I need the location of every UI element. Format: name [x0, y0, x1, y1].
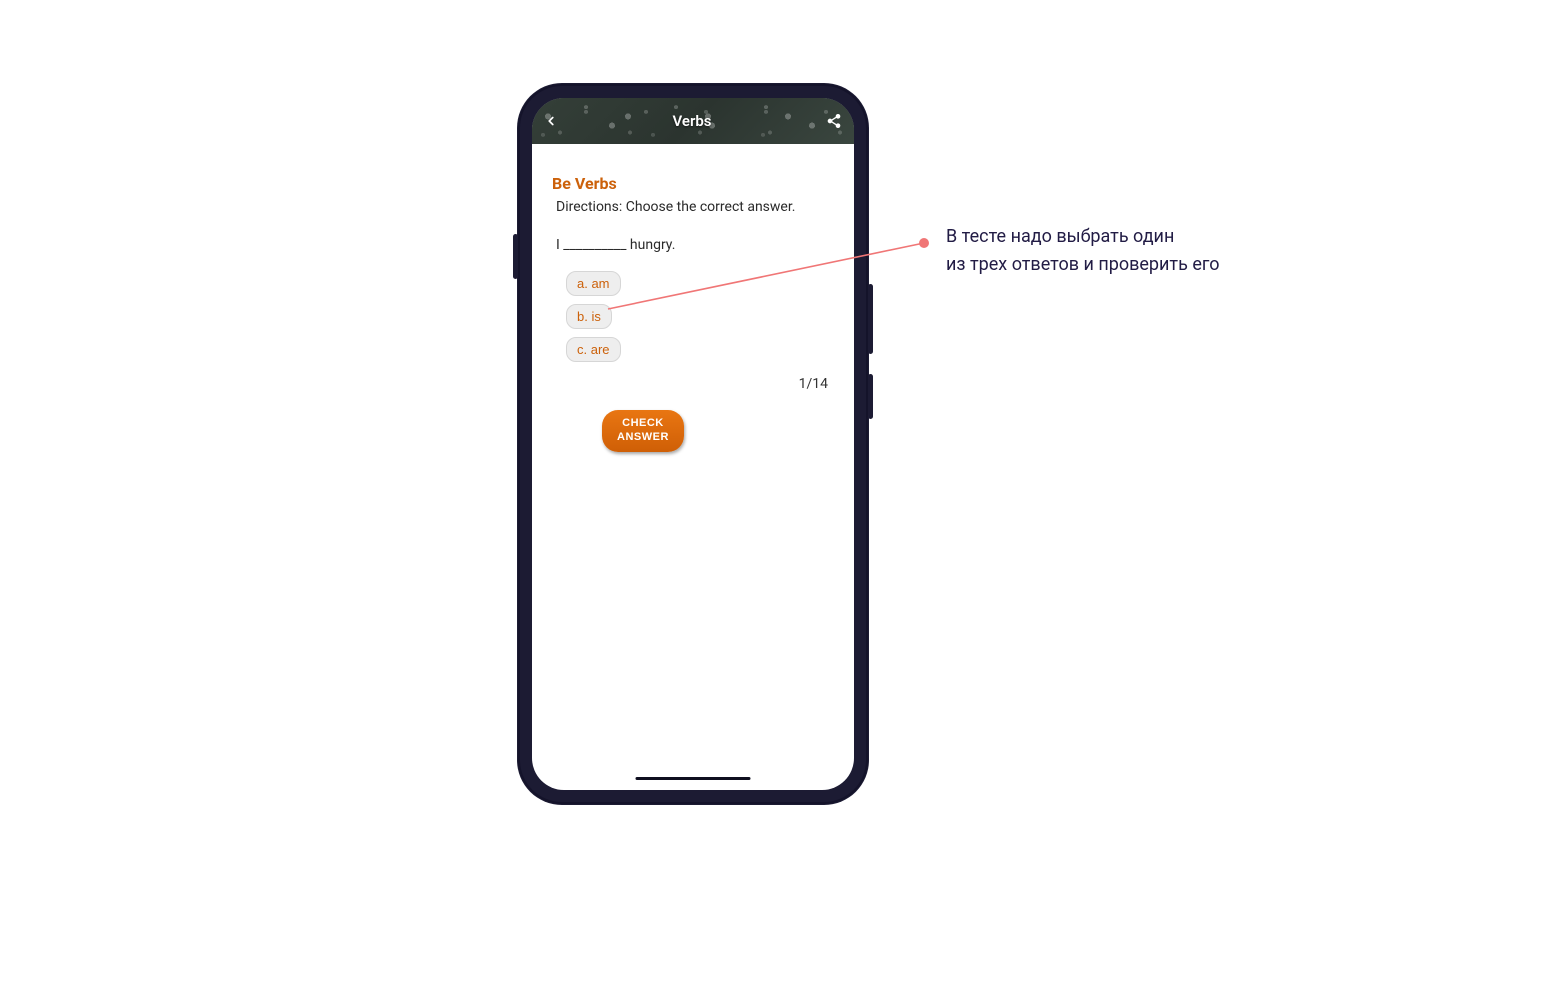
phone-frame: Verbs Be Verbs Directions: Choose the co… [518, 84, 868, 804]
option-c[interactable]: c. are [566, 337, 621, 362]
back-icon[interactable] [544, 114, 558, 128]
home-indicator [636, 777, 751, 780]
annotation-text: В тесте надо выбрать один из трех ответо… [946, 223, 1220, 279]
option-a[interactable]: a. am [566, 271, 621, 296]
app-header: Verbs [532, 98, 854, 144]
annotation-line-2: из трех ответов и проверить его [946, 251, 1220, 279]
quiz-progress: 1/14 [552, 376, 834, 392]
phone-side-button-right-1 [868, 284, 873, 354]
quiz-directions: Directions: Choose the correct answer. [556, 199, 834, 215]
annotation-line-1: В тесте надо выбрать один [946, 223, 1220, 251]
section-title: Be Verbs [552, 174, 834, 193]
phone-side-button-right-2 [868, 374, 873, 419]
options-group: a. am b. is c. are [566, 271, 834, 362]
quiz-content: Be Verbs Directions: Choose the correct … [532, 144, 854, 464]
phone-side-button-left [513, 234, 518, 279]
option-b[interactable]: b. is [566, 304, 612, 329]
app-header-title: Verbs [672, 112, 711, 130]
share-icon[interactable] [826, 113, 842, 129]
quiz-question: I __________ hungry. [556, 237, 834, 253]
check-answer-button[interactable]: CHECK ANSWER [602, 410, 684, 452]
phone-screen: Verbs Be Verbs Directions: Choose the co… [532, 98, 854, 790]
